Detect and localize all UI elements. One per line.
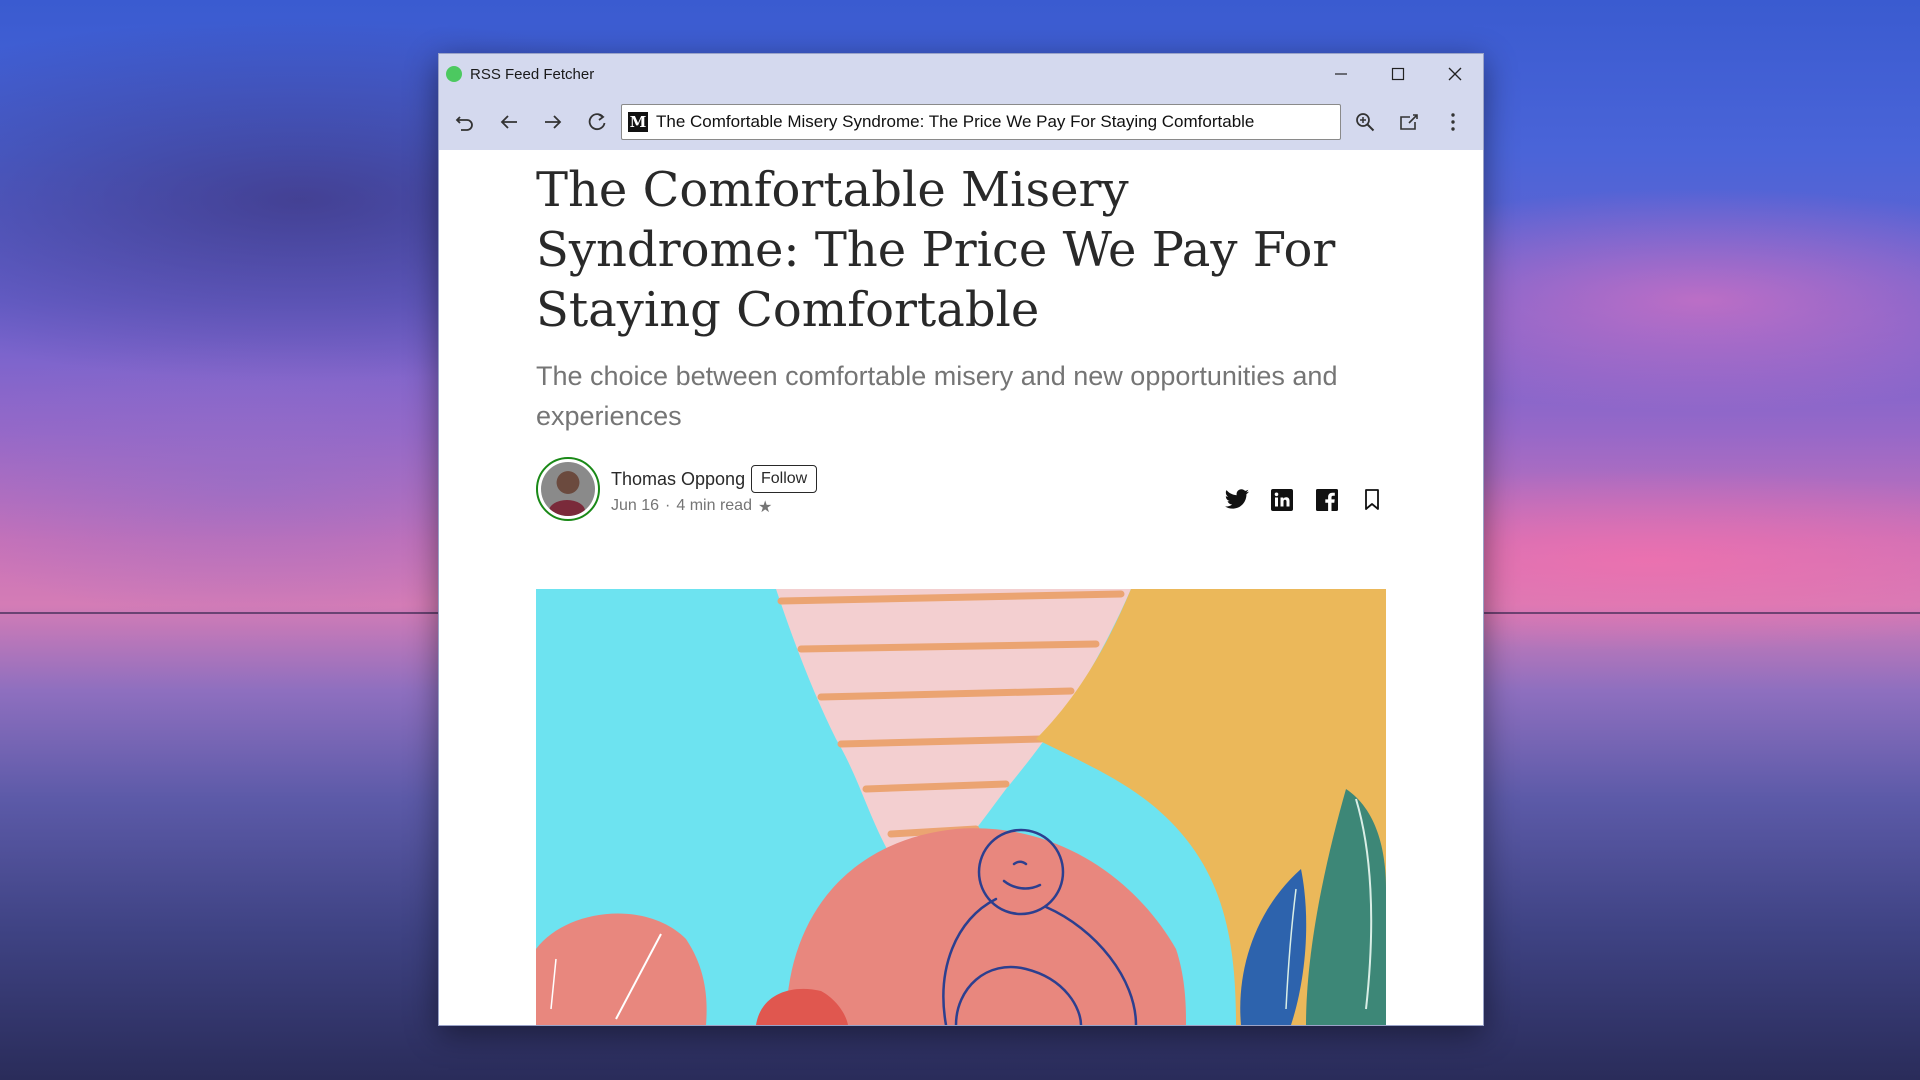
minimize-button[interactable]: [1312, 54, 1369, 94]
facebook-icon: [1316, 489, 1338, 511]
twitter-icon: [1225, 489, 1249, 509]
close-button[interactable]: [1426, 54, 1483, 94]
undo-button[interactable]: [443, 100, 487, 144]
medium-site-icon: M: [628, 112, 648, 132]
article-meta: Jun 16 · 4 min read ★: [611, 497, 772, 517]
facebook-share-button[interactable]: [1314, 487, 1340, 513]
maximize-icon: [1391, 67, 1404, 81]
follow-button[interactable]: Follow: [751, 465, 818, 493]
address-bar-text[interactable]: The Comfortable Misery Syndrome: The Pri…: [656, 112, 1254, 132]
share-out-button[interactable]: [1387, 100, 1431, 144]
author-photo: [541, 462, 595, 516]
maximize-button[interactable]: [1369, 54, 1426, 94]
zoom-button[interactable]: [1343, 100, 1387, 144]
bookmark-icon: [1365, 489, 1379, 510]
meta-separator: ·: [665, 497, 671, 514]
reload-button[interactable]: [575, 100, 619, 144]
title-bar[interactable]: RSS Feed Fetcher: [439, 54, 1483, 94]
read-time: 4 min read: [676, 497, 752, 514]
author-name[interactable]: Thomas Oppong: [611, 469, 745, 490]
share-icons: [1224, 487, 1385, 513]
app-status-icon: [446, 66, 462, 82]
app-window: RSS Feed Fetcher M The Comfortable Miser…: [438, 53, 1484, 1026]
linkedin-share-button[interactable]: [1269, 487, 1295, 513]
back-icon: [500, 115, 517, 129]
reload-icon: [588, 113, 606, 131]
article-content: The Comfortable Misery Syndrome: The Pri…: [439, 150, 1483, 1025]
zoom-icon: [1356, 113, 1375, 132]
navigation-toolbar: M The Comfortable Misery Syndrome: The P…: [439, 94, 1483, 150]
linkedin-icon: [1271, 489, 1293, 511]
bookmark-button[interactable]: [1359, 487, 1385, 513]
twitter-share-button[interactable]: [1224, 487, 1250, 513]
author-avatar[interactable]: [536, 457, 600, 521]
member-star-icon: ★: [757, 499, 773, 516]
toolbar-right-actions: [1343, 100, 1475, 144]
forward-button[interactable]: [531, 100, 575, 144]
more-icon: [1451, 113, 1455, 131]
article-headline: The Comfortable Misery Syndrome: The Pri…: [536, 162, 1336, 338]
minimize-icon: [1334, 73, 1347, 75]
back-button[interactable]: [487, 100, 531, 144]
share-out-icon: [1400, 114, 1418, 130]
address-bar[interactable]: M The Comfortable Misery Syndrome: The P…: [621, 104, 1341, 140]
undo-icon: [455, 116, 473, 131]
window-controls: [1312, 54, 1483, 94]
close-icon: [1448, 67, 1461, 81]
forward-icon: [545, 115, 562, 129]
app-title: RSS Feed Fetcher: [470, 65, 595, 83]
article-hero-illustration: [536, 589, 1386, 1025]
more-options-button[interactable]: [1431, 100, 1475, 144]
publish-date: Jun 16: [611, 497, 660, 514]
article-subtitle: The choice between comfortable misery an…: [536, 361, 1338, 431]
hero-illustration-art: [536, 589, 1386, 1025]
